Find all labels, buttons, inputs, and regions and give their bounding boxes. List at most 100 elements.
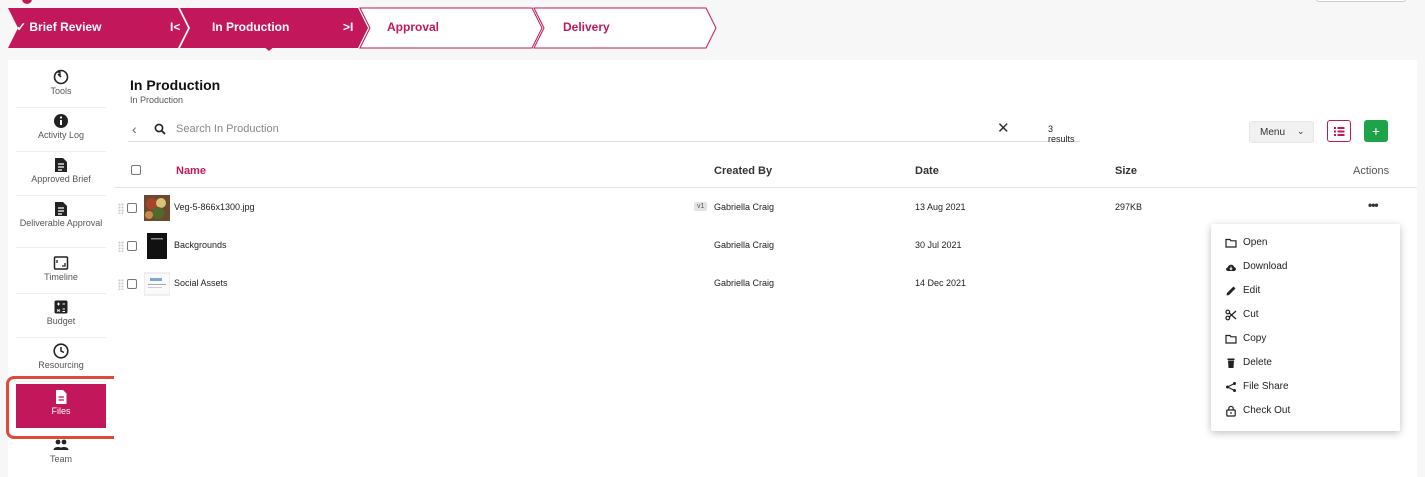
- sidebar-item-label: Budget: [46, 316, 76, 326]
- annotation-highlight-box: [6, 376, 122, 439]
- sidebar-item-budget[interactable]: Budget: [16, 294, 106, 338]
- menu-item-edit[interactable]: Edit: [1225, 282, 1385, 302]
- column-header-date[interactable]: Date: [915, 165, 939, 177]
- menu-item-label: Copy: [1243, 333, 1267, 344]
- timeline-icon: [53, 256, 69, 270]
- created-by: Gabriella Craig: [714, 202, 775, 212]
- step-delivery[interactable]: Delivery: [563, 20, 610, 34]
- step-approval[interactable]: Approval: [387, 20, 439, 34]
- stepper-shapes: [8, 7, 717, 49]
- folder-thumbnail: [144, 272, 170, 296]
- copy-icon: [1225, 334, 1237, 344]
- info-icon: [54, 114, 68, 128]
- menu-item-delete[interactable]: Delete: [1225, 354, 1385, 374]
- results-count: 3 results: [1048, 124, 1075, 144]
- menu-button[interactable]: Menu ⌄: [1249, 121, 1314, 143]
- date: 14 Dec 2021: [915, 278, 967, 288]
- menu-item-label: Open: [1243, 237, 1268, 248]
- back-chevron-icon[interactable]: ‹: [132, 121, 137, 137]
- folder-icon: [1225, 238, 1237, 248]
- menu-item-label: Cut: [1243, 309, 1259, 320]
- drag-handle-icon[interactable]: [118, 203, 124, 214]
- sidebar-item-activity-log[interactable]: Activity Log: [16, 108, 106, 152]
- menu-item-download[interactable]: Download: [1225, 258, 1385, 278]
- add-button[interactable]: +: [1364, 120, 1388, 142]
- menu-item-cut[interactable]: Cut: [1225, 306, 1385, 326]
- sidebar-item-label: Activity Log: [37, 130, 85, 140]
- pencil-icon: [1226, 286, 1236, 296]
- sidebar-item-tools[interactable]: Tools: [16, 64, 106, 108]
- step-shape-delivery[interactable]: [533, 7, 717, 49]
- clear-search-icon[interactable]: ✕: [997, 119, 1010, 137]
- column-header-name[interactable]: Name: [176, 165, 206, 177]
- list-icon: [1334, 127, 1345, 136]
- sidebar-item-label: Timeline: [44, 272, 78, 282]
- version-badge: v1: [694, 202, 708, 211]
- search-input[interactable]: [176, 120, 976, 138]
- column-header-size[interactable]: Size: [1115, 165, 1137, 177]
- row-checkbox[interactable]: [127, 279, 137, 289]
- sidebar-item-label: Tools: [50, 86, 72, 96]
- file-name[interactable]: Veg-5-866x1300.jpg: [174, 202, 255, 212]
- menu-item-open[interactable]: Open: [1225, 234, 1385, 254]
- menu-item-label: Check Out: [1243, 405, 1291, 416]
- row-checkbox[interactable]: [127, 203, 137, 213]
- date: 30 Jul 2021: [915, 240, 962, 250]
- column-header-actions: Actions: [1353, 165, 1390, 177]
- approval-icon: [55, 202, 67, 216]
- step-next-control[interactable]: >I: [343, 20, 353, 34]
- chevron-down-icon: ⌄: [1297, 126, 1305, 136]
- column-header-created-by[interactable]: Created By: [714, 165, 772, 177]
- table-header: Name Created By Date Size Actions: [114, 158, 1417, 188]
- created-by: Gabriella Craig: [714, 240, 775, 250]
- row-checkbox[interactable]: [127, 241, 137, 251]
- step-brief-review[interactable]: ✓ Brief Review: [16, 20, 101, 34]
- top-right-button[interactable]: [1316, 0, 1406, 2]
- menu-item-label: Delete: [1243, 357, 1272, 368]
- share-icon: [1226, 382, 1236, 392]
- calculator-icon: [54, 300, 68, 314]
- cloud-download-icon: [1226, 264, 1236, 271]
- menu-item-copy[interactable]: Copy: [1225, 330, 1385, 350]
- row-context-menu: Open Download Edit Cut Copy Delete File …: [1211, 224, 1400, 431]
- select-all-checkbox[interactable]: [131, 165, 141, 175]
- current-step-notch: [262, 45, 276, 51]
- menu-item-label: Download: [1243, 261, 1288, 272]
- menu-item-file-share[interactable]: File Share: [1225, 378, 1385, 398]
- folder-thumbnail: [147, 233, 167, 259]
- menu-item-label: File Share: [1243, 381, 1289, 392]
- trash-icon: [1227, 358, 1235, 368]
- sidebar-item-label: Deliverable Approval: [19, 218, 103, 228]
- row-actions-more-icon[interactable]: •••: [1368, 198, 1379, 212]
- created-by: Gabriella Craig: [714, 278, 775, 288]
- list-view-button[interactable]: [1327, 120, 1351, 142]
- file-name[interactable]: Backgrounds: [174, 240, 227, 250]
- date: 13 Aug 2021: [915, 202, 966, 212]
- app-root: ✓ Brief Review I< In Production >I Appro…: [0, 0, 1425, 477]
- drag-handle-icon[interactable]: [118, 241, 124, 252]
- breadcrumb: In Production: [130, 95, 184, 105]
- file-name[interactable]: Social Assets: [174, 278, 228, 288]
- image-thumbnail: [144, 195, 170, 221]
- drag-handle-icon[interactable]: [118, 279, 124, 290]
- sidebar-item-timeline[interactable]: Timeline: [16, 250, 106, 294]
- clock-icon: [53, 343, 69, 359]
- sidebar-item-deliverable-approval[interactable]: Deliverable Approval: [16, 196, 106, 248]
- page-title: In Production: [130, 77, 221, 93]
- lock-icon: [1226, 405, 1236, 417]
- sidebar-item-label: Team: [49, 454, 72, 464]
- table-row[interactable]: Veg-5-866x1300.jpg v1 Gabriella Craig 13…: [114, 189, 1417, 227]
- menu-button-label: Menu: [1260, 127, 1286, 138]
- size: 297KB: [1115, 202, 1143, 212]
- search-bar: ‹ ✕ 3 results: [128, 118, 1080, 144]
- workflow-stepper: ✓ Brief Review I< In Production >I Appro…: [0, 0, 1425, 51]
- sidebar-item-label: Approved Brief: [31, 174, 91, 184]
- search-icon: [154, 123, 166, 135]
- sidebar-item-approved-brief[interactable]: Approved Brief: [16, 152, 106, 196]
- scissors-icon: [1225, 309, 1237, 321]
- brief-icon: [55, 158, 67, 172]
- sidebar-item-label: Resourcing: [38, 360, 84, 370]
- step-prev-control[interactable]: I<: [170, 20, 180, 34]
- menu-item-check-out[interactable]: Check Out: [1225, 402, 1385, 422]
- step-in-production[interactable]: In Production: [212, 20, 289, 34]
